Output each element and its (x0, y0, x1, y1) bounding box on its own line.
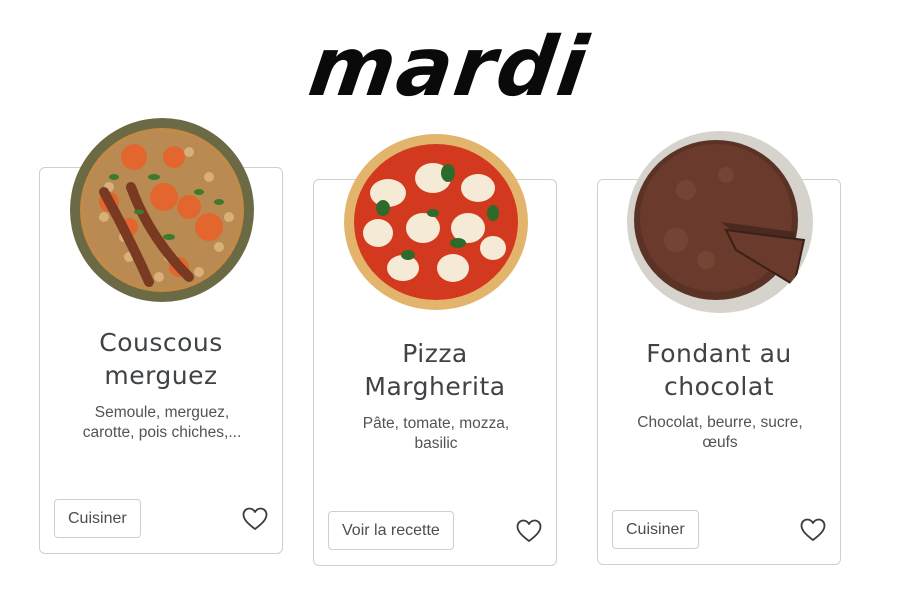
recipe-title: Fondant au chocolat (598, 337, 840, 403)
recipe-ingredients-line-1: Pâte, tomate, mozza, (362, 415, 510, 432)
recipe-title-line-1: Couscous (99, 328, 223, 357)
recipe-title: Couscous merguez (40, 326, 282, 392)
recipe-title-line-2: merguez (104, 361, 218, 390)
recipe-title-line-2: chocolat (664, 372, 774, 401)
recipe-title-line-2: Margherita (364, 372, 506, 401)
recipe-ingredients: Chocolat, beurre, sucre, œufs (628, 413, 812, 453)
heart-outline-icon[interactable] (516, 519, 542, 543)
recipe-ingredients-line-2: carotte, pois chiches,... (82, 424, 242, 441)
cook-button[interactable]: Cuisiner (612, 510, 699, 549)
chocolate-cake-image (626, 130, 814, 314)
heart-outline-icon[interactable] (800, 518, 826, 542)
view-recipe-button[interactable]: Voir la recette (328, 511, 454, 550)
recipe-ingredients: Pâte, tomate, mozza, basilic (344, 414, 528, 454)
day-title: mardi (303, 20, 595, 115)
heart-outline-icon[interactable] (242, 507, 268, 531)
recipe-title-line-1: Fondant au (646, 339, 792, 368)
recipe-title-line-1: Pizza (402, 339, 468, 368)
recipe-ingredients: Semoule, merguez, carotte, pois chiches,… (70, 403, 254, 443)
recipe-title: Pizza Margherita (314, 337, 556, 403)
cook-button[interactable]: Cuisiner (54, 499, 141, 538)
recipe-ingredients-line-1: Chocolat, beurre, sucre, (637, 414, 803, 431)
couscous-dish-image (69, 117, 255, 303)
pizza-dish-image (343, 133, 529, 311)
recipe-ingredients-line-2: basilic (414, 435, 458, 452)
recipe-ingredients-line-1: Semoule, merguez, (94, 404, 230, 421)
recipe-ingredients-line-2: œufs (702, 434, 738, 451)
